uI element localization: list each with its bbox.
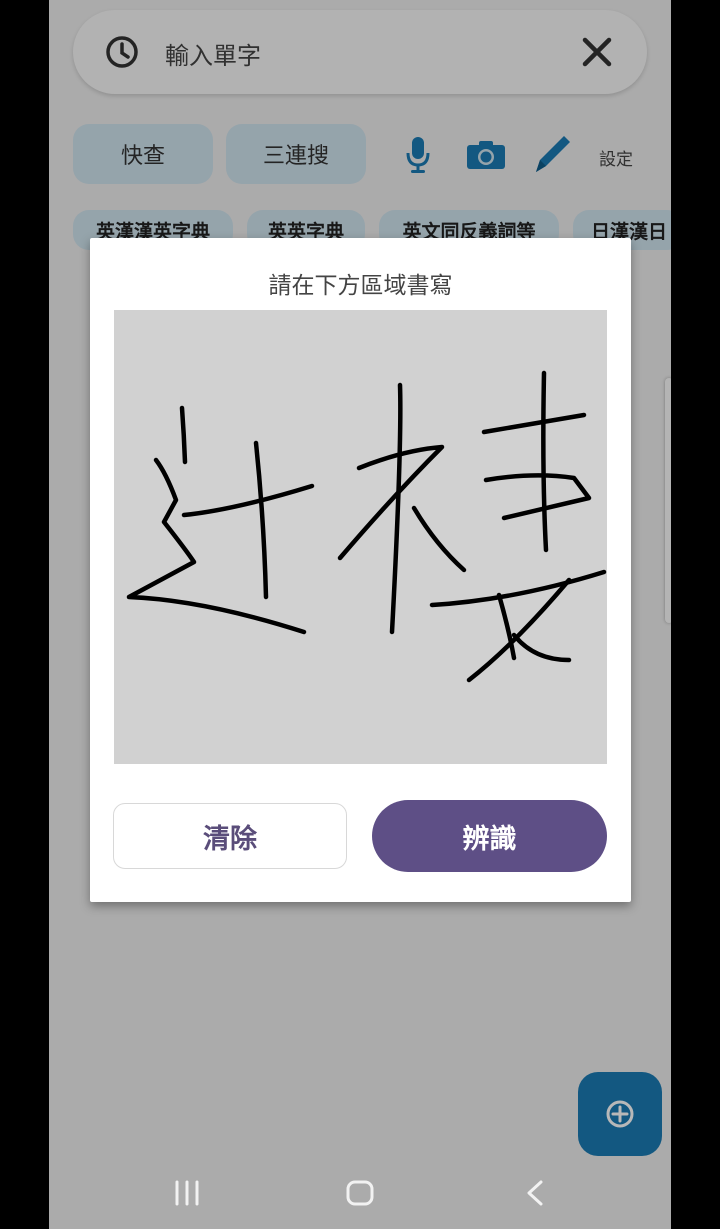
back-icon[interactable]	[523, 1178, 547, 1208]
handwriting-strokes	[126, 370, 607, 683]
dialog-title: 請在下方區域書寫	[268, 273, 453, 299]
system-navigation-bar	[49, 1160, 671, 1229]
clear-button[interactable]: 清除	[113, 803, 347, 869]
home-icon[interactable]	[346, 1178, 374, 1208]
recent-apps-icon[interactable]	[173, 1178, 201, 1208]
recognize-button[interactable]: 辨識	[372, 800, 607, 872]
handwriting-canvas[interactable]	[114, 310, 607, 764]
handwriting-dialog: 請在下方區域書寫 清除 辨識	[90, 238, 631, 902]
